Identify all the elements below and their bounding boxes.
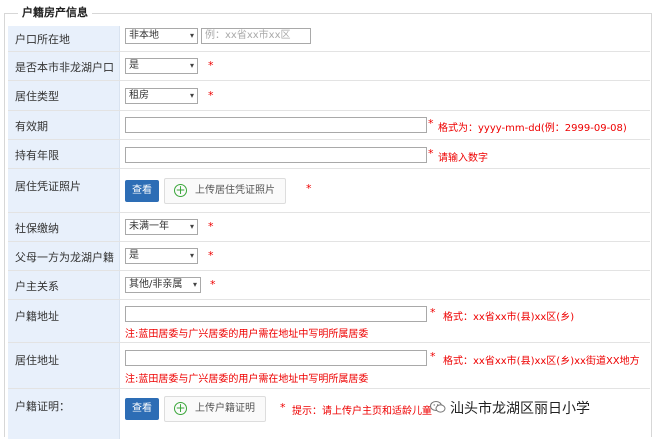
live-address-hint: 格式：xx省xx市(县)xx区(乡)xx街道XX地方 xyxy=(443,356,640,367)
chevron-down-icon: ▾ xyxy=(192,280,197,289)
row-validity: 有效期 * 格式为：yyyy-mm-dd(例：2999-09-08) xyxy=(8,111,650,140)
row-hukou-location: 户口所在地 非本地 ▾ 例：xx省xx市xx区 xyxy=(8,26,650,52)
required-star: * xyxy=(208,220,214,233)
hukou-address-note: 注:蓝田居委与广兴居委的用户需在地址中写明所属居委 xyxy=(125,329,369,340)
householder-select[interactable]: 其他/非亲属 ▾ xyxy=(125,277,201,293)
row-label: 户主关系 xyxy=(8,271,120,299)
row-label: 户口所在地 xyxy=(8,26,120,51)
row-label: 户籍证明： xyxy=(8,389,120,439)
row-live-address: 居住地址 * 格式：xx省xx市(县)xx区(乡)xx街道XX地方 注:蓝田居委… xyxy=(8,343,650,389)
years-hint: 请输入数字 xyxy=(438,153,488,164)
section-title: 户籍房产信息 xyxy=(18,4,92,20)
validity-input[interactable] xyxy=(125,117,427,133)
required-star: * xyxy=(210,278,216,291)
is-longhu-select[interactable]: 是 ▾ xyxy=(125,58,198,74)
row-label: 社保缴纳 xyxy=(8,213,120,241)
hukou-location-input[interactable]: 例：xx省xx市xx区 xyxy=(201,28,311,44)
row-label: 居住类型 xyxy=(8,81,120,110)
row-years: 持有年限 * 请输入数字 xyxy=(8,140,650,169)
residence-type-select[interactable]: 租房 ▾ xyxy=(125,88,198,104)
hukou-address-hint: 格式：xx省xx市(县)xx区(乡) xyxy=(443,312,575,323)
row-residence-photo: 居住凭证照片 查看 + 上传居住凭证照片 * xyxy=(8,169,650,213)
row-parent-longhu: 父母一方为龙湖户籍 是 ▾ * xyxy=(8,242,650,271)
required-star: * xyxy=(208,89,214,102)
row-label: 居住地址 xyxy=(8,343,120,388)
required-star: * xyxy=(430,350,436,363)
hukou-location-select[interactable]: 非本地 ▾ xyxy=(125,28,198,44)
row-label: 居住凭证照片 xyxy=(8,169,120,212)
row-label: 户籍地址 xyxy=(8,300,120,342)
row-is-longhu: 是否本市非龙湖户口 是 ▾ * xyxy=(8,52,650,81)
chevron-down-icon: ▾ xyxy=(189,222,194,231)
social-security-select[interactable]: 未满一年 ▾ xyxy=(125,219,198,235)
parent-longhu-select[interactable]: 是 ▾ xyxy=(125,248,198,264)
required-star: * xyxy=(430,306,436,319)
chevron-down-icon: ▾ xyxy=(189,61,194,70)
row-label: 持有年限 xyxy=(8,140,120,168)
upload-residence-photo-button[interactable]: + 上传居住凭证照片 xyxy=(164,178,286,204)
hukou-proof-hint: 提示：请上传户主页和适龄儿童 xyxy=(292,406,432,417)
row-label: 父母一方为龙湖户籍 xyxy=(8,242,120,270)
view-residence-photo-button[interactable]: 查看 xyxy=(125,180,159,202)
row-label: 是否本市非龙湖户口 xyxy=(8,52,120,80)
row-householder: 户主关系 其他/非亲属 ▾ * xyxy=(8,271,650,300)
hukou-address-input[interactable] xyxy=(125,306,427,322)
plus-circle-icon: + xyxy=(174,401,187,415)
row-residence-type: 居住类型 租房 ▾ * xyxy=(8,81,650,111)
live-address-input[interactable] xyxy=(125,350,427,366)
required-star: * xyxy=(428,147,434,160)
row-social-security: 社保缴纳 未满一年 ▾ * xyxy=(8,213,650,242)
required-star: * xyxy=(208,59,214,72)
watermark-text: 汕头市龙湖区丽日小学 xyxy=(450,401,590,417)
years-input[interactable] xyxy=(125,147,427,163)
required-star: * xyxy=(208,249,214,262)
required-star: * xyxy=(306,182,312,195)
required-star: * xyxy=(280,401,286,414)
chevron-down-icon: ▾ xyxy=(189,251,194,260)
plus-circle-icon: + xyxy=(174,183,187,197)
live-address-note: 注:蓝田居委与广兴居委的用户需在地址中写明所属居委 xyxy=(125,374,369,385)
wechat-icon xyxy=(430,401,446,413)
view-hukou-proof-button[interactable]: 查看 xyxy=(125,398,159,420)
chevron-down-icon: ▾ xyxy=(189,91,194,100)
validity-hint: 格式为：yyyy-mm-dd(例：2999-09-08) xyxy=(438,123,627,134)
upload-hukou-proof-button[interactable]: + 上传户籍证明 xyxy=(164,396,266,422)
row-hukou-address: 户籍地址 * 格式：xx省xx市(县)xx区(乡) 注:蓝田居委与广兴居委的用户… xyxy=(8,300,650,343)
row-label: 有效期 xyxy=(8,111,120,139)
chevron-down-icon: ▾ xyxy=(189,31,194,40)
required-star: * xyxy=(428,117,434,130)
